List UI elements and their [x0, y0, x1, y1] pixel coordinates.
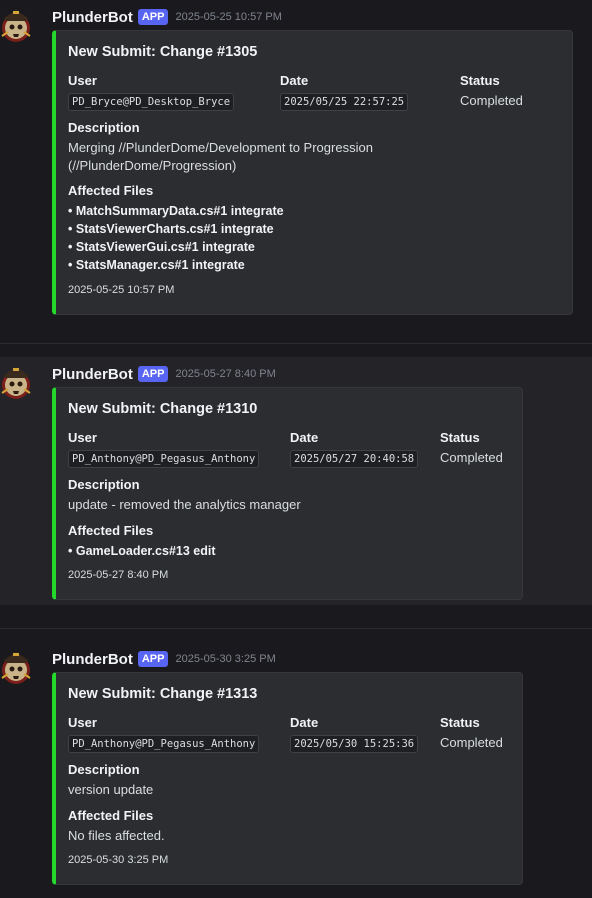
- affected-files-label: Affected Files: [68, 523, 154, 538]
- no-files-text: No files affected.: [68, 828, 165, 843]
- user-field-value: PD_Bryce@PD_Desktop_Bryce: [68, 93, 235, 111]
- message-header: PlunderBot APP 2025-05-30 3:25 PM: [52, 649, 276, 669]
- description-line: Merging //PlunderDome/Development to Pro…: [68, 140, 373, 155]
- user-field-value: PD_Anthony@PD_Pegasus_Anthony: [68, 450, 260, 468]
- description-label: Description: [68, 477, 140, 492]
- affected-files-list: GameLoader.cs#13 edit: [68, 542, 216, 560]
- description-line: update - removed the analytics manager: [68, 497, 301, 512]
- embed-footer-timestamp: 2025-05-25 10:57 PM: [68, 284, 175, 296]
- embed-title: New Submit: Change #1313: [68, 686, 258, 702]
- file-item: StatsViewerCharts.cs#1 integrate: [68, 220, 284, 238]
- message-timestamp[interactable]: 2025-05-25 10:57 PM: [175, 11, 281, 23]
- description-text: version update: [68, 781, 498, 799]
- description-label: Description: [68, 120, 140, 135]
- message-header: PlunderBot APP 2025-05-25 10:57 PM: [52, 7, 282, 27]
- username[interactable]: PlunderBot: [52, 651, 133, 668]
- embed-title: New Submit: Change #1310: [68, 401, 258, 417]
- description-text: Merging //PlunderDome/Development to Pro…: [68, 139, 548, 175]
- status-field-value: Completed: [440, 735, 503, 750]
- status-field-label: Status: [440, 715, 480, 730]
- user-field-label: User: [68, 430, 97, 445]
- user-field-label: User: [68, 715, 97, 730]
- embed-footer-timestamp: 2025-05-30 3:25 PM: [68, 854, 169, 866]
- status-field-value: Completed: [460, 93, 523, 108]
- message-3: PlunderBot APP 2025-05-30 3:25 PM New Su…: [0, 642, 592, 898]
- embed-card: New Submit: Change #1310 User PD_Anthony…: [52, 387, 523, 600]
- message-divider: [0, 628, 592, 629]
- message-1: PlunderBot APP 2025-05-25 10:57 PM New S…: [0, 0, 592, 336]
- date-field-label: Date: [290, 430, 319, 445]
- app-badge: APP: [137, 366, 169, 382]
- affected-files-label: Affected Files: [68, 808, 154, 823]
- embed-card: New Submit: Change #1305 User PD_Bryce@P…: [52, 30, 573, 315]
- message-header: PlunderBot APP 2025-05-27 8:40 PM: [52, 364, 276, 384]
- date-field-value: 2025/05/27 20:40:58: [290, 450, 419, 468]
- description-text: update - removed the analytics manager: [68, 496, 498, 514]
- date-field-label: Date: [280, 73, 309, 88]
- pirate-skull-avatar-icon[interactable]: [0, 6, 32, 44]
- username[interactable]: PlunderBot: [52, 9, 133, 26]
- app-badge: APP: [137, 9, 169, 25]
- pirate-skull-avatar-icon[interactable]: [0, 648, 32, 686]
- date-field-label: Date: [290, 715, 319, 730]
- affected-files-list: MatchSummaryData.cs#1 integrate StatsVie…: [68, 202, 284, 274]
- status-field-label: Status: [460, 73, 500, 88]
- description-line: (//PlunderDome/Progression): [68, 158, 237, 173]
- username[interactable]: PlunderBot: [52, 366, 133, 383]
- date-field-value: 2025/05/25 22:57:25: [280, 93, 409, 111]
- message-timestamp[interactable]: 2025-05-27 8:40 PM: [175, 368, 275, 380]
- file-item: MatchSummaryData.cs#1 integrate: [68, 202, 284, 220]
- file-item: StatsViewerGui.cs#1 integrate: [68, 238, 284, 256]
- embed-footer-timestamp: 2025-05-27 8:40 PM: [68, 569, 169, 581]
- affected-files-label: Affected Files: [68, 183, 154, 198]
- user-field-label: User: [68, 73, 97, 88]
- pirate-skull-avatar-icon[interactable]: [0, 363, 32, 401]
- app-badge: APP: [137, 651, 169, 667]
- description-line: version update: [68, 782, 154, 797]
- message-timestamp[interactable]: 2025-05-30 3:25 PM: [175, 653, 275, 665]
- embed-card: New Submit: Change #1313 User PD_Anthony…: [52, 672, 523, 885]
- file-item: GameLoader.cs#13 edit: [68, 542, 216, 560]
- status-field-label: Status: [440, 430, 480, 445]
- status-field-value: Completed: [440, 450, 503, 465]
- embed-title: New Submit: Change #1305: [68, 44, 258, 60]
- user-field-value: PD_Anthony@PD_Pegasus_Anthony: [68, 735, 260, 753]
- message-divider: [0, 343, 592, 344]
- description-label: Description: [68, 762, 140, 777]
- message-2: PlunderBot APP 2025-05-27 8:40 PM New Su…: [0, 357, 592, 605]
- date-field-value: 2025/05/30 15:25:36: [290, 735, 419, 753]
- file-item: StatsManager.cs#1 integrate: [68, 256, 284, 274]
